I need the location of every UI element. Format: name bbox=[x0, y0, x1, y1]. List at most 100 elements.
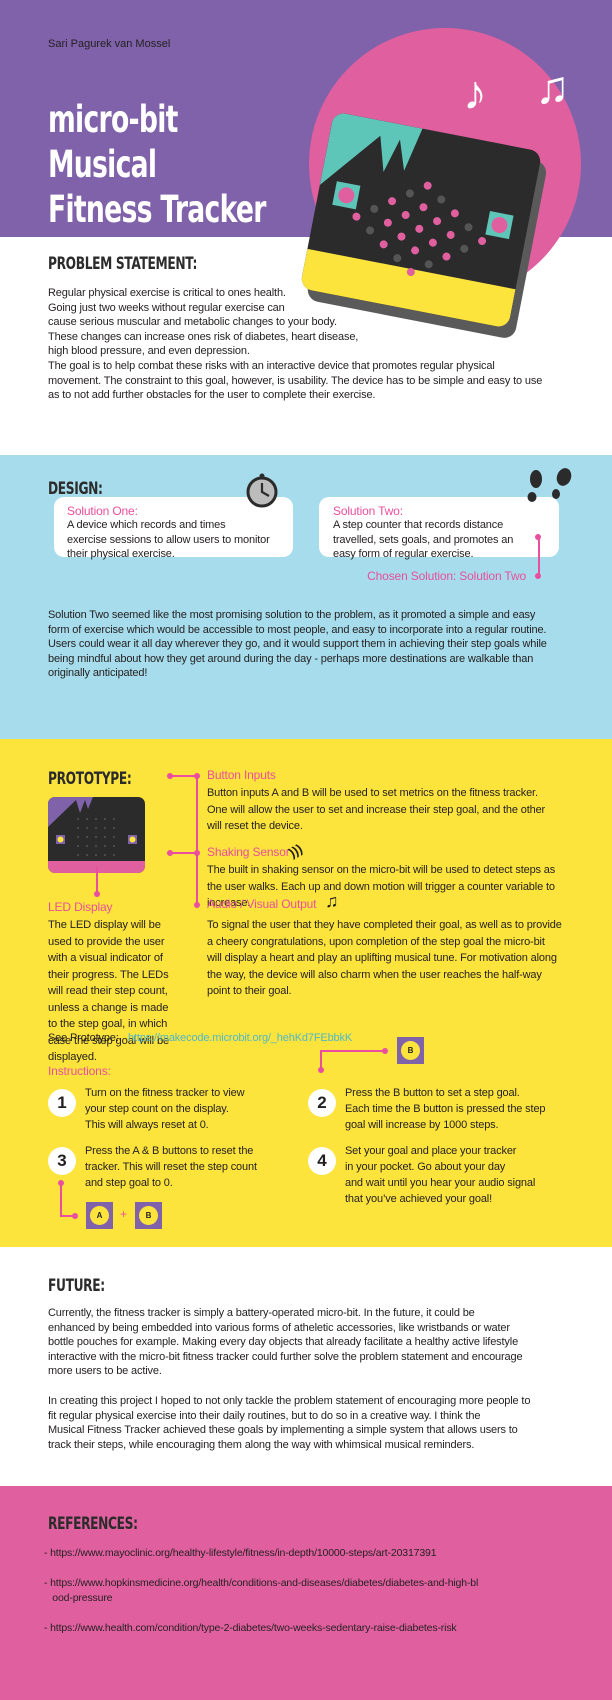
future-heading: FUTURE: bbox=[48, 1276, 105, 1296]
led-dot bbox=[95, 854, 97, 856]
reference-item[interactable]: - https://www.health.com/condition/type-… bbox=[44, 1621, 457, 1636]
text-line: point to their goal. bbox=[207, 985, 292, 997]
led-dot bbox=[113, 836, 115, 838]
connector-dot bbox=[167, 773, 173, 779]
text-line: goal will increase by 1000 steps. bbox=[345, 1119, 499, 1131]
design-text: Solution Two seemed like the most promis… bbox=[48, 608, 598, 681]
chosen-dot bbox=[535, 534, 541, 540]
text-line: travelled, sets goals, and promotes an bbox=[333, 533, 514, 546]
text-line: in your pocket. Go about your day bbox=[345, 1161, 506, 1173]
prototype-heading: PROTOTYPE: bbox=[48, 769, 132, 789]
text-line: interactive with the micro-bit fitness t… bbox=[48, 1350, 523, 1363]
led-dot bbox=[401, 210, 410, 219]
problem-text: Regular physical exercise is critical to… bbox=[48, 286, 588, 403]
led-connector bbox=[96, 867, 98, 894]
led-dot bbox=[77, 818, 79, 820]
connector-dot bbox=[167, 850, 173, 856]
beamed-music-notes-icon: ♫ bbox=[535, 61, 570, 113]
led-dot bbox=[104, 836, 106, 838]
text-line: originally anticipated! bbox=[48, 667, 148, 680]
text-line: unless a change is made bbox=[48, 1001, 169, 1014]
text-line: In creating this project I hoped to not … bbox=[48, 1395, 531, 1407]
text-line: your step count on the display. bbox=[85, 1103, 229, 1115]
text-line: will read their step count, bbox=[48, 985, 168, 997]
text-line: tracker. This will reset the step count bbox=[85, 1161, 257, 1173]
text-line: the way, the device will also charm when… bbox=[207, 968, 542, 981]
shake-label: Shaking Sensor bbox=[207, 845, 290, 859]
text-line: track their steps, while encouraging the… bbox=[48, 1438, 475, 1451]
text-line: Button inputs A and B will be used to se… bbox=[207, 787, 538, 799]
connector-dot bbox=[194, 902, 200, 908]
text-line: Set your goal and place your tracker bbox=[345, 1145, 517, 1157]
led-dot bbox=[460, 244, 469, 253]
references-heading: REFERENCES: bbox=[48, 1514, 138, 1534]
led-dot bbox=[104, 827, 106, 829]
connector-dot bbox=[58, 1180, 64, 1186]
step-number: 2 bbox=[308, 1089, 336, 1117]
led-dot bbox=[442, 252, 451, 261]
audio-label: Audio / Visual Output bbox=[207, 897, 317, 911]
text-line: Users could wear it all day wherever the… bbox=[48, 638, 547, 651]
led-dot bbox=[366, 226, 375, 235]
feature-connector bbox=[170, 852, 197, 854]
connector-dot bbox=[382, 1048, 388, 1054]
led-dot bbox=[397, 232, 406, 241]
text-line: cause serious muscular and metabolic cha… bbox=[48, 316, 337, 329]
text-line: a cheery congratulations, upon completio… bbox=[207, 935, 545, 948]
text-line: their physical exercise. bbox=[67, 548, 175, 561]
text-line: Regular physical exercise is critical to… bbox=[48, 287, 286, 299]
led-dot bbox=[77, 836, 79, 838]
led-dot bbox=[77, 854, 79, 856]
text-line: ood-pressure bbox=[44, 1591, 113, 1604]
solution-one-text: A device which records and times exercise… bbox=[67, 518, 287, 562]
led-dot bbox=[428, 238, 437, 247]
led-dot bbox=[104, 854, 106, 856]
led-dot bbox=[370, 204, 379, 213]
led-label: LED Display bbox=[48, 900, 113, 914]
led-dot bbox=[405, 189, 414, 198]
led-dot bbox=[77, 845, 79, 847]
text-line: A step counter that records distance bbox=[333, 519, 504, 531]
reference-item[interactable]: - https://www.hopkinsmedicine.org/health… bbox=[44, 1576, 478, 1605]
b-button-icon: B bbox=[135, 1202, 162, 1229]
led-dot bbox=[411, 246, 420, 255]
b-connector bbox=[320, 1050, 385, 1052]
design-section: DESIGN: Solution One: A device which rec… bbox=[0, 455, 612, 739]
led-dot bbox=[86, 845, 88, 847]
text-line: movement. The constraint to this goal, h… bbox=[48, 374, 543, 387]
problem-heading: PROBLEM STATEMENT: bbox=[48, 254, 198, 274]
solution-two-text: A step counter that records distance trav… bbox=[333, 518, 553, 562]
text-line: exercise sessions to allow users to moni… bbox=[67, 533, 270, 546]
plus-sign: + bbox=[120, 1207, 128, 1221]
reference-item[interactable]: - https://www.mayoclinic.org/healthy-lif… bbox=[44, 1546, 437, 1561]
solution-one-label: Solution One: bbox=[67, 504, 138, 518]
text-line: will reset the device. bbox=[207, 820, 303, 832]
text-line: used to provide the user bbox=[48, 935, 165, 948]
led-dot bbox=[77, 827, 79, 829]
led-dot bbox=[415, 224, 424, 233]
a-button-label: A bbox=[90, 1206, 109, 1225]
references-section: REFERENCES: - https://www.mayoclinic.org… bbox=[0, 1486, 612, 1700]
prototype-section: PROTOTYPE: LED Display The LED display w… bbox=[0, 739, 612, 1247]
led-dot bbox=[113, 845, 115, 847]
text-line: A device which records and times bbox=[67, 519, 226, 531]
connector-dot bbox=[72, 1213, 78, 1219]
future-paragraph-2: In creating this project I hoped to not … bbox=[48, 1394, 608, 1452]
text-line: bottle pouches for example. Making every… bbox=[48, 1336, 519, 1349]
text-line: being mindful about how they get around … bbox=[48, 652, 534, 665]
text-line: Press the B button to set a step goal. bbox=[345, 1087, 520, 1099]
step-number: 4 bbox=[308, 1147, 336, 1175]
led-dot bbox=[383, 218, 392, 227]
buttons-text: Button inputs A and B will be used to se… bbox=[207, 785, 597, 835]
text-line: Solution Two seemed like the most promis… bbox=[48, 609, 536, 621]
audio-text: To signal the user that they have comple… bbox=[207, 917, 602, 1000]
text-line: high blood pressure, and even depression… bbox=[48, 345, 250, 358]
led-dot bbox=[450, 209, 459, 218]
led-dot bbox=[95, 818, 97, 820]
led-dot bbox=[437, 195, 446, 204]
led-dot bbox=[104, 818, 106, 820]
step-text: Press the B button to set a step goal. Ea… bbox=[345, 1085, 585, 1133]
b-button-label: B bbox=[139, 1206, 158, 1225]
music-note-icon: ♫ bbox=[325, 891, 339, 911]
prototype-link[interactable]: https://makecode.microbit.org/_hehKd7FEb… bbox=[128, 1031, 352, 1046]
